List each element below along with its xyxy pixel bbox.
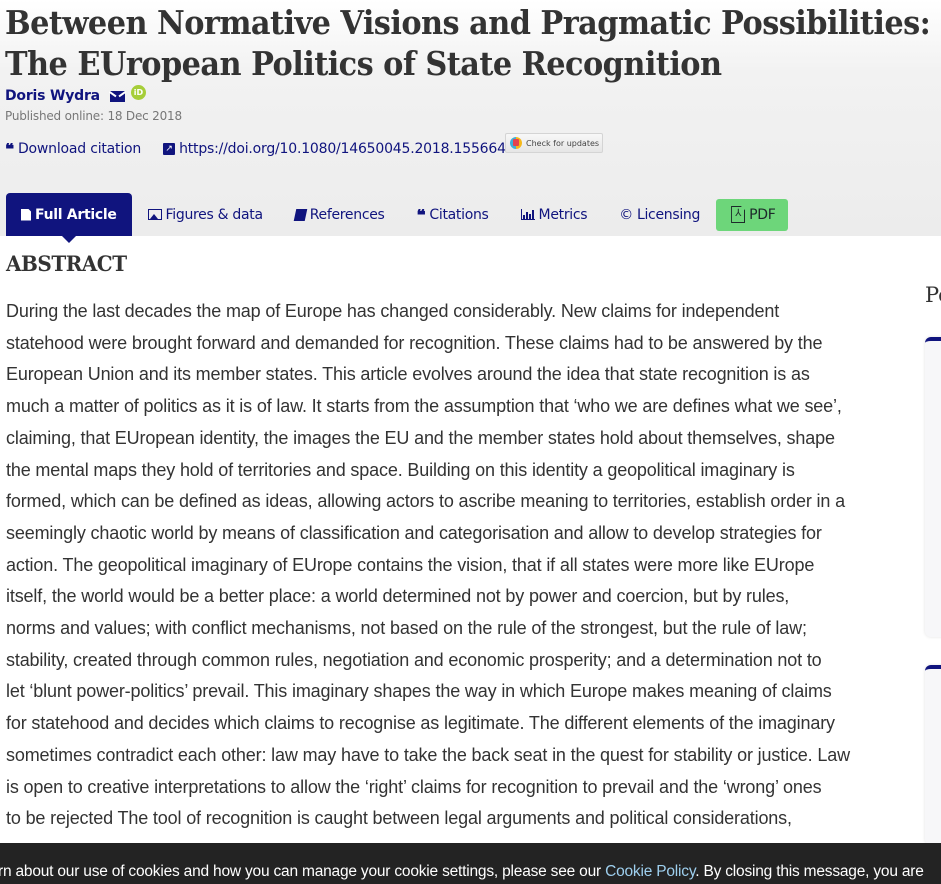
check-updates-label: Check for updates xyxy=(526,138,600,148)
title-line-1: Between Normative Visions and Pragmatic … xyxy=(5,3,931,42)
pdf-icon: ⅄ xyxy=(731,206,746,223)
sidebar-card xyxy=(925,337,941,637)
abstract-line: for statehood and decides which claims t… xyxy=(6,713,835,734)
check-for-updates-button[interactable]: Check for updates xyxy=(505,133,603,153)
cookie-policy-link[interactable]: Cookie Policy xyxy=(605,863,695,880)
abstract-line: the mental maps they hold of territories… xyxy=(6,459,795,480)
doi-label: https://doi.org/10.1080/14650045.2018.15… xyxy=(179,141,515,157)
abstract-line: stability, created through common rules,… xyxy=(6,649,822,670)
published-date: Published online: 18 Dec 2018 xyxy=(5,109,182,123)
title-line-2: The EUropean Politics of State Recogniti… xyxy=(5,44,722,83)
tab-citations[interactable]: ❝ Citations xyxy=(401,193,505,236)
cookie-text: rn about our use of cookies and how you … xyxy=(0,863,606,880)
abstract-line: formed, which can be defined as ideas, a… xyxy=(6,491,845,512)
tab-references[interactable]: References xyxy=(279,193,401,236)
abstract-line: During the last decades the map of Europ… xyxy=(6,301,780,321)
abstract-text: During the last decades the map of Europ… xyxy=(6,296,896,835)
tab-figures-data[interactable]: Figures & data xyxy=(132,193,279,236)
tab-label: Figures & data xyxy=(165,206,264,223)
cookie-text-end: . By closing this message, you are xyxy=(695,863,924,880)
tab-label: Metrics xyxy=(538,206,588,223)
abstract-line: European Union and its member states. Th… xyxy=(6,364,810,385)
doi-link[interactable]: ↗ https://doi.org/10.1080/14650045.2018.… xyxy=(163,141,515,157)
copyright-icon: © xyxy=(619,206,633,223)
article-tabs: Full Article Figures & data References ❝… xyxy=(6,193,789,243)
abstract-line: much a matter of politics as it is of la… xyxy=(6,396,842,417)
orcid-icon[interactable]: iD xyxy=(130,84,146,100)
article-title: Between Normative Visions and Pragmatic … xyxy=(5,2,941,84)
external-link-icon: ↗ xyxy=(163,143,176,155)
author-link[interactable]: Doris Wydra xyxy=(5,88,100,104)
tab-label: References xyxy=(309,206,385,223)
tab-full-article[interactable]: Full Article xyxy=(6,193,132,243)
image-icon xyxy=(147,209,162,220)
email-icon[interactable] xyxy=(109,90,125,102)
tab-metrics[interactable]: Metrics xyxy=(505,193,604,236)
abstract-line: claiming, that EUropean identity, the im… xyxy=(6,427,835,448)
quote-icon: ❝ xyxy=(5,143,14,155)
tab-label: Licensing xyxy=(636,206,701,223)
tab-licensing[interactable]: © Licensing xyxy=(603,193,716,236)
article-links: ❝ Download citation ↗ https://doi.org/10… xyxy=(5,139,515,159)
abstract-line: action. The geopolitical imaginary of EU… xyxy=(6,554,815,575)
abstract-line: itself, the world would be a better plac… xyxy=(6,586,790,607)
crossmark-icon xyxy=(510,137,522,149)
download-citation-label: Download citation xyxy=(17,141,142,157)
document-icon xyxy=(21,208,31,221)
cookie-banner: rn about our use of cookies and how you … xyxy=(0,843,941,884)
tab-label: Citations xyxy=(429,206,489,223)
abstract-heading: ABSTRACT xyxy=(6,251,127,276)
tab-label: PDF xyxy=(749,206,776,223)
abstract-line: statehood were brought forward and deman… xyxy=(6,332,823,353)
abstract-line: let ‘blunt power-politics’ prevail. This… xyxy=(6,681,832,702)
abstract-line: norms and values; with conflict mechanis… xyxy=(6,618,807,639)
abstract-line: sometimes contradict each other: law may… xyxy=(6,744,850,765)
tab-label: Full Article xyxy=(35,206,117,223)
abstract-line: seemingly chaotic world by means of clas… xyxy=(6,522,822,543)
sidebar-heading: Pe xyxy=(925,283,941,307)
abstract-line: is open to creative interpretations to a… xyxy=(6,776,822,797)
sidebar-card xyxy=(925,665,941,845)
bar-chart-icon xyxy=(520,209,535,220)
pdf-button[interactable]: ⅄ PDF xyxy=(716,198,789,231)
author-row: Doris Wydra iD xyxy=(5,84,146,106)
abstract-line: to be rejected The tool of recognition i… xyxy=(6,808,792,829)
book-icon xyxy=(293,208,308,221)
quote-icon: ❝ xyxy=(416,208,426,221)
download-citation-link[interactable]: ❝ Download citation xyxy=(5,141,141,157)
article-header: Between Normative Visions and Pragmatic … xyxy=(0,0,941,243)
